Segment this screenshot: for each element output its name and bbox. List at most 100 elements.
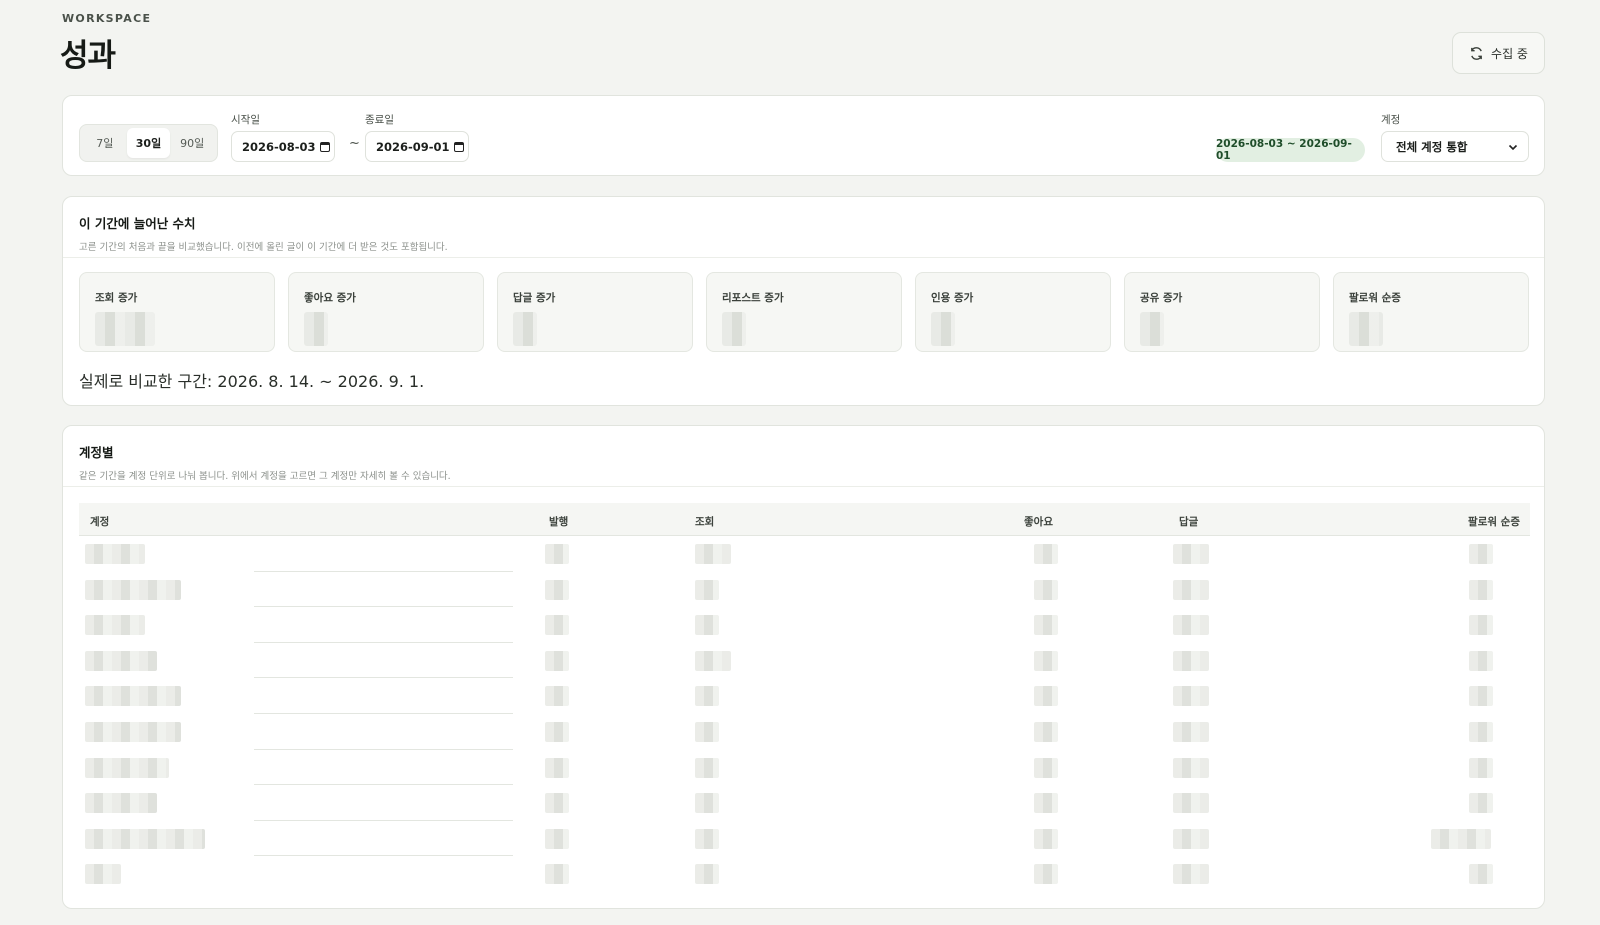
posts-cell [545,686,569,707]
stat-follower-net: 팔로워 순증 [1333,272,1529,352]
accounts-card: 계정별 같은 기간을 계정 단위로 나눠 봅니다. 위에서 계정을 고르면 그 … [62,425,1545,909]
stat-views: 조회 증가 [79,272,275,352]
replies-cell [1173,544,1209,564]
stat-value-redacted [931,312,955,346]
stats-title: 이 기간에 늘어난 수치 [79,216,196,231]
views-cell [695,579,719,600]
views-cell [695,686,719,707]
table-row[interactable] [79,856,1530,892]
account-cell [85,864,121,885]
refresh-icon [1471,46,1482,60]
replies-cell [1173,579,1209,600]
account-cell [85,686,181,707]
likes-cell [1034,686,1058,707]
stat-label: 팔로워 순증 [1349,292,1401,304]
accounts-table-body [79,536,1530,892]
table-row[interactable] [79,750,1530,786]
replies-cell [1173,650,1209,671]
stat-value-redacted [1140,312,1164,346]
start-date-input[interactable]: 2026-08-03 [231,131,335,162]
start-date-value: 2026-08-03 [242,139,316,154]
calendar-icon[interactable] [453,141,464,152]
table-row[interactable] [79,572,1530,608]
views-cell [695,544,731,564]
replies-cell [1173,828,1209,849]
views-cell [695,828,719,849]
stat-label: 리포스트 증가 [722,292,784,304]
stat-quotes: 인용 증가 [915,272,1111,352]
likes-cell [1034,650,1058,671]
column-header-views[interactable]: 조회 [695,514,714,529]
column-header-replies[interactable]: 답글 [1179,514,1198,529]
stat-label: 답글 증가 [513,292,556,304]
stat-shares: 공유 증가 [1124,272,1320,352]
posts-cell [545,650,569,671]
table-row[interactable] [79,607,1530,643]
column-header-account[interactable]: 계정 [90,514,109,529]
posts-cell [545,864,569,885]
replies-cell [1173,686,1209,707]
account-select-value: 전체 계정 통합 [1396,139,1468,154]
column-header-posts[interactable]: 발행 [549,514,568,529]
account-cell [85,579,181,600]
filter-bar: 7일 30일 90일 시작일 2026-08-03 ~ 종료일 2026-09-… [62,95,1545,176]
posts-cell [545,615,569,636]
period-preset-group: 7일 30일 90일 [79,124,218,162]
column-header-follower-net[interactable]: 팔로워 순증 [1468,514,1520,529]
table-row[interactable] [79,536,1530,572]
date-range-badge: 2026-08-03 ~ 2026-09-01 [1216,138,1365,162]
account-cell [85,721,181,742]
follower-net-cell [1469,686,1493,707]
follower-net-cell [1469,864,1493,885]
replies-cell [1173,615,1209,636]
views-cell [695,864,719,885]
preset-90d[interactable]: 90일 [170,128,214,158]
end-date-input[interactable]: 2026-09-01 [365,131,469,162]
preset-7d[interactable]: 7일 [83,128,127,158]
views-cell [695,650,731,671]
likes-cell [1034,721,1058,742]
account-cell [85,757,169,778]
stats-description: 고른 기간의 처음과 끝을 비교했습니다. 이전에 올린 글이 이 기간에 더 … [79,242,448,253]
collect-button-label: 수집 중 [1491,46,1528,61]
accounts-title: 계정별 [79,445,114,460]
replies-cell [1173,864,1209,885]
likes-cell [1034,864,1058,885]
table-row[interactable] [79,678,1530,714]
follower-net-cell [1431,828,1491,849]
stat-label: 좋아요 증가 [304,292,356,304]
period-stats-card: 이 기간에 늘어난 수치 고른 기간의 처음과 끝을 비교했습니다. 이전에 올… [62,196,1545,406]
views-cell [695,721,719,742]
page-eyebrow: WORKSPACE [62,12,152,25]
compare-range-note: 실제로 비교한 구간: 2026. 8. 14. ~ 2026. 9. 1. [79,372,425,391]
accounts-description: 같은 기간을 계정 단위로 나눠 봅니다. 위에서 계정을 고르면 그 계정만 … [79,471,451,482]
replies-cell [1173,757,1209,778]
follower-net-cell [1469,721,1493,742]
posts-cell [545,757,569,778]
column-header-likes[interactable]: 좋아요 [1024,514,1053,529]
collect-button[interactable]: 수집 중 [1452,32,1545,74]
account-label: 계정 [1381,114,1401,126]
likes-cell [1034,828,1058,849]
account-select[interactable]: 전체 계정 통합 [1381,131,1529,162]
accounts-table-header: 계정 발행 조회 좋아요 답글 팔로워 순증 [79,503,1530,536]
table-row[interactable] [79,643,1530,679]
account-cell [85,793,157,814]
preset-30d[interactable]: 30일 [126,128,171,158]
account-cell [85,544,145,564]
follower-net-cell [1469,793,1493,814]
table-row[interactable] [79,714,1530,750]
stat-value-redacted [513,312,537,346]
likes-cell [1034,615,1058,636]
views-cell [695,757,719,778]
accounts-header: 계정별 같은 기간을 계정 단위로 나눠 봅니다. 위에서 계정을 고르면 그 … [63,426,1544,487]
start-date-label: 시작일 [231,114,260,126]
calendar-icon[interactable] [319,141,330,152]
posts-cell [545,721,569,742]
stat-value-redacted [722,312,746,346]
likes-cell [1034,757,1058,778]
table-row[interactable] [79,785,1530,821]
follower-net-cell [1469,615,1493,636]
table-row[interactable] [79,821,1530,857]
likes-cell [1034,793,1058,814]
